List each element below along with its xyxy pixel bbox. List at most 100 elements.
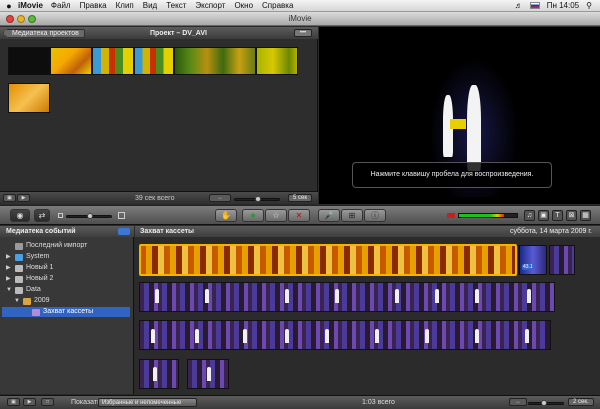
- play-project-button[interactable]: ▶: [17, 194, 30, 202]
- menu-clock[interactable]: Пн 14:05: [547, 1, 579, 10]
- menu-file[interactable]: Файл: [51, 1, 71, 10]
- performer-figure: [195, 329, 199, 343]
- hard-drive-icon: [15, 253, 23, 261]
- event-clip-stage-row-2[interactable]: [139, 282, 555, 312]
- tree-item-label: 2009: [34, 297, 50, 304]
- event-library-toggle-button[interactable]: [118, 228, 130, 235]
- add-to-project-button[interactable]: ✋: [215, 209, 237, 222]
- filmstrip-duration-knob[interactable]: [541, 400, 547, 406]
- camera-import-button[interactable]: ◉: [10, 209, 30, 222]
- keyboard-layout-flag-icon[interactable]: [529, 2, 540, 9]
- play-fullscreen-button[interactable]: ▣: [3, 194, 16, 202]
- event-view-button[interactable]: □: [41, 398, 54, 406]
- minimize-window-icon[interactable]: [17, 15, 25, 23]
- show-filter-select[interactable]: Избранные и непомеченные: [98, 398, 197, 407]
- event-title: Захват кассеты: [140, 228, 195, 235]
- reject-button[interactable]: ✕: [288, 209, 310, 222]
- unmark-button[interactable]: ☆: [265, 209, 287, 222]
- project-clip-orange[interactable]: [8, 83, 50, 113]
- performer-right: [467, 85, 481, 171]
- performer-figure: [395, 289, 399, 303]
- menu-app-name[interactable]: iMovie: [18, 1, 43, 10]
- music-browser-icon[interactable]: ♫: [524, 210, 535, 221]
- play-event-button[interactable]: ▶: [23, 398, 36, 406]
- project-duration-box[interactable]: 5 сек: [288, 194, 312, 202]
- event-clip-stage-row-3[interactable]: [139, 320, 551, 350]
- clip-size-slider[interactable]: [66, 213, 112, 219]
- tree-item-label: System: [26, 253, 50, 260]
- menu-edit[interactable]: Правка: [80, 1, 107, 10]
- disclosure-right-icon[interactable]: ▶: [6, 252, 12, 262]
- inspector-button[interactable]: ⓘ: [364, 209, 386, 222]
- tree-item-2009[interactable]: ▼ 2009: [14, 296, 126, 306]
- project-library-button[interactable]: Медиатека проектов: [3, 28, 85, 38]
- photo-browser-icon[interactable]: ▣: [538, 210, 549, 221]
- filmstrip-duration-slider[interactable]: [528, 400, 564, 406]
- project-clip-sun[interactable]: [50, 47, 92, 75]
- menu-window[interactable]: Окно: [234, 1, 253, 10]
- project-clip-black[interactable]: [8, 47, 50, 75]
- project-clip-field[interactable]: [256, 47, 298, 75]
- disclosure-down-icon[interactable]: ▼: [14, 296, 20, 306]
- drive-icon: [15, 264, 23, 272]
- project-clip-forest[interactable]: [174, 47, 256, 75]
- waveform-toggle-button[interactable]: ↔: [509, 398, 527, 406]
- maps-browser-icon[interactable]: ▦: [580, 210, 591, 221]
- tree-item-data[interactable]: ▼ Data: [6, 285, 126, 295]
- spotlight-search-icon[interactable]: ⚲: [586, 1, 592, 10]
- swap-libraries-button[interactable]: ⇄: [34, 209, 50, 222]
- event-clip-stage-row-4a[interactable]: [139, 359, 179, 389]
- menu-text[interactable]: Текст: [166, 1, 186, 10]
- tree-item-last-import[interactable]: Последний импорт: [6, 241, 126, 251]
- performer-figure: [285, 289, 289, 303]
- selected-clip-range[interactable]: [139, 244, 517, 276]
- tree-item-tape-capture[interactable]: Захват кассеты: [2, 307, 130, 317]
- project-total-duration: 39 сек всего: [135, 194, 175, 202]
- event-library-title: Медиатека событий: [6, 228, 76, 235]
- performer-figure: [285, 329, 289, 343]
- menu-clip[interactable]: Клип: [116, 1, 134, 10]
- performer-figure: [475, 289, 479, 303]
- menu-help[interactable]: Справка: [262, 1, 293, 10]
- drive-icon: [15, 286, 23, 294]
- project-clip-people[interactable]: [92, 47, 134, 75]
- crop-button[interactable]: ⊞: [341, 209, 363, 222]
- play-fullscreen-event-button[interactable]: ▣: [7, 398, 20, 406]
- performer-figure: [155, 289, 159, 303]
- voiceover-button[interactable]: 🎤: [318, 209, 340, 222]
- tree-item-new-1[interactable]: ▶ Новый 1: [6, 263, 126, 273]
- project-title: Проект – DV_AVI: [150, 29, 207, 37]
- disclosure-right-icon[interactable]: ▶: [6, 274, 12, 284]
- disclosure-right-icon[interactable]: ▶: [6, 263, 12, 273]
- filmstrip-duration-box[interactable]: 2 сек.: [568, 398, 594, 406]
- menu-view[interactable]: Вид: [143, 1, 157, 10]
- clip-size-knob[interactable]: [87, 213, 93, 219]
- project-header: Медиатека проектов Проект – DV_AVI •••: [0, 27, 318, 39]
- project-clip-people-2[interactable]: [134, 47, 174, 75]
- tree-item-new-2[interactable]: ▶ Новый 2: [6, 274, 126, 284]
- transitions-browser-icon[interactable]: ⊠: [566, 210, 577, 221]
- performer-figure: [325, 329, 329, 343]
- thumbnail-size-slider[interactable]: [234, 196, 280, 202]
- project-area[interactable]: [0, 39, 318, 191]
- zoom-window-icon[interactable]: [28, 15, 36, 23]
- apple-icon[interactable]: ●: [0, 1, 18, 11]
- project-more-button[interactable]: •••: [294, 29, 312, 37]
- titles-browser-icon[interactable]: T: [552, 210, 563, 221]
- event-browser[interactable]: 43.1: [135, 237, 600, 394]
- volume-icon[interactable]: ♬: [515, 1, 523, 10]
- event-total-duration: 1:03 всего: [362, 399, 395, 406]
- close-window-icon[interactable]: [6, 15, 14, 23]
- preview-viewer[interactable]: Нажмите клавишу пробела для воспроизведе…: [319, 27, 600, 204]
- event-clip-stage-end[interactable]: [549, 245, 575, 275]
- disclosure-down-icon[interactable]: ▼: [6, 285, 12, 295]
- menu-export[interactable]: Экспорт: [195, 1, 225, 10]
- thumbnail-size-knob[interactable]: [255, 196, 261, 202]
- performer-figure: [425, 329, 429, 343]
- large-thumb-icon: [118, 212, 125, 219]
- tree-item-label: Последний импорт: [26, 242, 88, 249]
- mark-favorite-button[interactable]: ★: [242, 209, 264, 222]
- tree-item-system[interactable]: ▶ System: [6, 252, 126, 262]
- event-clip-selected[interactable]: 43.1: [519, 245, 547, 275]
- audio-waveform-toggle[interactable]: ↔: [209, 194, 231, 202]
